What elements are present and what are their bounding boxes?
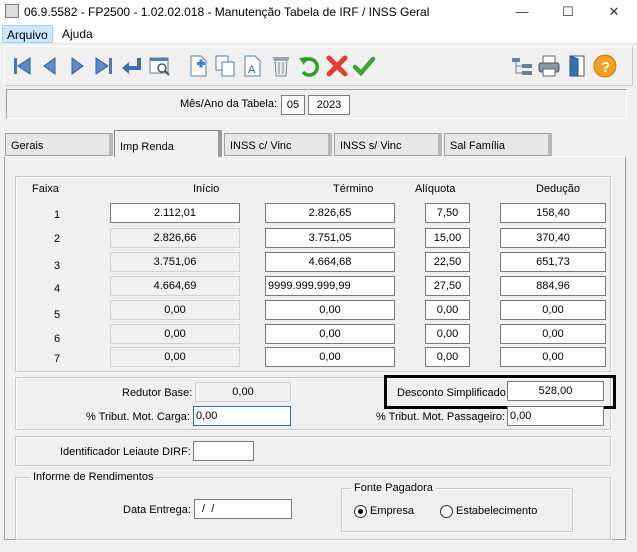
inicio-field: 3.751,06 — [110, 252, 240, 272]
tribut-passageiro-label: % Tribut. Mot. Passageiro: — [376, 411, 505, 423]
header-termino: Término — [333, 183, 374, 195]
aliquota-field[interactable]: 0,00 — [425, 324, 470, 344]
tribut-carga-label: % Tribut. Mot. Carga: — [86, 411, 190, 423]
data-entrega-label: Data Entrega: — [123, 504, 191, 516]
deducao-field[interactable]: 651,73 — [500, 252, 606, 272]
aliquota-field[interactable]: 0,00 — [425, 347, 470, 367]
app-icon — [5, 4, 19, 18]
tab-gerais[interactable]: Gerais — [5, 133, 113, 156]
desconto-simplificado-field[interactable]: 528,00 — [507, 381, 604, 401]
header-aliquota: Alíquota — [415, 183, 456, 195]
rendimentos-title: Informe de Rendimentos — [30, 471, 157, 483]
tab-inss-s-vinc[interactable]: INSS s/ Vinc — [334, 133, 442, 156]
new-icon[interactable] — [186, 53, 212, 79]
aliquota-field[interactable]: 7,50 — [425, 203, 470, 223]
return-icon[interactable] — [119, 53, 145, 79]
close-button[interactable]: ✕ — [591, 0, 637, 24]
maximize-button[interactable]: ☐ — [545, 0, 591, 24]
deducao-field[interactable]: 0,00 — [500, 347, 606, 367]
print-icon[interactable] — [536, 53, 562, 79]
svg-text:A: A — [248, 64, 256, 76]
faixa-number: 6 — [53, 333, 61, 345]
edit-icon[interactable]: A — [240, 53, 266, 79]
termino-field[interactable]: 0,00 — [265, 324, 395, 344]
aliquota-field[interactable]: 0,00 — [425, 300, 470, 320]
cancel-icon[interactable] — [324, 53, 350, 79]
deducao-field[interactable]: 158,40 — [500, 203, 606, 223]
deducao-field[interactable]: 0,00 — [500, 300, 606, 320]
last-icon[interactable] — [91, 53, 117, 79]
inicio-field: 0,00 — [110, 324, 240, 344]
deducao-field[interactable]: 0,00 — [500, 324, 606, 344]
help-icon[interactable]: ? — [592, 53, 618, 79]
faixa-number: 7 — [53, 353, 61, 365]
year-field[interactable]: 2023 — [308, 95, 350, 115]
faixa-number: 1 — [53, 209, 61, 221]
minimize-button[interactable]: — — [499, 0, 545, 24]
redutor-base-label: Redutor Base: — [122, 387, 193, 399]
inicio-field[interactable]: 2.112,01 — [110, 203, 240, 223]
tab-sal-familia[interactable]: Sal Família — [444, 133, 552, 156]
tab-inss-c-vinc[interactable]: INSS c/ Vinc — [224, 133, 332, 156]
aliquota-field[interactable]: 22,50 — [425, 252, 470, 272]
menu-arquivo[interactable]: Arquivo — [2, 25, 53, 43]
empresa-label: Empresa — [370, 505, 415, 517]
inicio-field: 0,00 — [110, 347, 240, 367]
estabelecimento-label: Estabelecimento — [456, 505, 538, 517]
fonte-pagadora-title: Fonte Pagadora — [351, 482, 436, 494]
window-title: 06.9.5582 - FP2500 - 1.02.02.018 - Manut… — [24, 5, 430, 19]
month-year-label: Mês/Ano da Tabela: — [180, 98, 278, 110]
svg-text:?: ? — [601, 59, 610, 76]
prev-icon[interactable] — [37, 53, 63, 79]
termino-field[interactable]: 2.826,65 — [265, 203, 395, 223]
tribut-passageiro-field[interactable]: 0,00 — [507, 406, 604, 426]
header-inicio: Início — [193, 183, 220, 195]
menu-ajuda[interactable]: Ajuda — [62, 27, 93, 41]
desconto-simplificado-label: Desconto Simplificado: — [397, 387, 509, 399]
empresa-radio[interactable] — [354, 505, 367, 518]
redutor-base-field: 0,00 — [195, 382, 291, 402]
inicio-field: 4.664,69 — [110, 276, 240, 296]
aliquota-field[interactable]: 27,50 — [425, 276, 470, 296]
copy-icon[interactable] — [213, 53, 239, 79]
termino-field[interactable]: 0,00 — [265, 347, 395, 367]
aliquota-field[interactable]: 15,00 — [425, 228, 470, 248]
dirf-label: Identificador Leiaute DIRF: — [60, 446, 191, 458]
faixa-number: 5 — [53, 309, 61, 321]
data-entrega-field[interactable]: / / — [194, 499, 292, 519]
deducao-field[interactable]: 370,40 — [500, 228, 606, 248]
faixa-number: 2 — [53, 233, 61, 245]
tribut-carga-field[interactable]: 0,00 — [193, 406, 291, 426]
termino-field[interactable]: 4.664,68 — [265, 252, 395, 272]
next-icon[interactable] — [64, 53, 90, 79]
termino-field[interactable]: 9999.999.999,99 — [265, 276, 395, 296]
tab-imp-renda[interactable]: Imp Renda — [114, 130, 222, 157]
estabelecimento-radio[interactable] — [440, 505, 453, 518]
delete-icon[interactable] — [268, 53, 294, 79]
faixa-number: 4 — [53, 283, 61, 295]
preview-icon[interactable] — [147, 53, 173, 79]
inicio-field: 2.826,66 — [110, 228, 240, 248]
deducao-field[interactable]: 884,96 — [500, 276, 606, 296]
menu-bar — [0, 24, 637, 44]
dirf-field[interactable] — [193, 441, 254, 461]
tree-icon[interactable] — [509, 53, 535, 79]
termino-field[interactable]: 3.751,05 — [265, 228, 395, 248]
header-deducao: Dedução — [536, 183, 581, 195]
first-icon[interactable] — [9, 53, 35, 79]
undo-icon[interactable] — [296, 53, 322, 79]
inicio-field: 0,00 — [110, 300, 240, 320]
faixa-number: 3 — [53, 260, 61, 272]
confirm-icon[interactable] — [351, 53, 377, 79]
month-field[interactable]: 05 — [281, 95, 305, 115]
header-faixa: Faixa — [32, 183, 59, 195]
termino-field[interactable]: 0,00 — [265, 300, 395, 320]
exit-icon[interactable] — [564, 53, 590, 79]
